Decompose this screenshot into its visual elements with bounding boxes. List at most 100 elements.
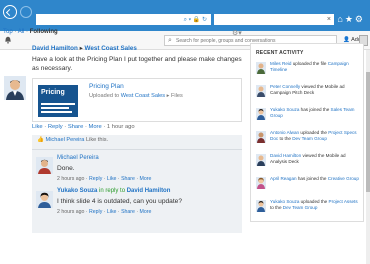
comments-divider (32, 149, 242, 150)
action-separator: · (103, 124, 106, 130)
post-body: Have a look at the Pricing Plan I put to… (32, 56, 242, 72)
scrollbar[interactable] (366, 50, 370, 264)
activity-text: Peter Connelly viewed the Mobile ad Camp… (270, 84, 360, 96)
comment-avatar[interactable] (36, 157, 53, 174)
recent-activity-panel: RECENT ACTIVITY Miles Reid uploaded the … (250, 43, 364, 222)
filter-separator: · (14, 29, 17, 35)
notifications-bell-icon[interactable] (4, 36, 12, 44)
activity-text: Antonio Alwan uploaded the Project Specs… (270, 130, 360, 142)
reply-link[interactable]: Reply (48, 124, 63, 130)
post-actions: Like · Reply · Share · More · 1 hour ago (32, 124, 135, 130)
activity-user-link[interactable]: Antonio Alwan (270, 130, 299, 135)
browser-toolbar-icons[interactable]: ⌂★⚙ (337, 14, 365, 25)
back-icon[interactable] (3, 5, 17, 19)
activity-action: uploaded the (300, 130, 327, 135)
comment-share-link[interactable]: Share (121, 176, 135, 182)
address-bar[interactable]: ⌕ ▾ 🔒 ↻ (36, 14, 211, 25)
likes-suffix: Like this. (85, 137, 109, 143)
activity-item: Miles Reid uploaded the file Campaign Ti… (256, 61, 362, 83)
activity-avatar[interactable] (256, 177, 266, 189)
activity-user-link[interactable]: Yukako Souza (270, 199, 299, 204)
activity-text: Miles Reid uploaded the file Campaign Ti… (270, 61, 360, 73)
comment-like-link[interactable]: Like (107, 176, 117, 182)
feed-settings-gear-icon[interactable]: ⚙▾ (232, 29, 242, 37)
comment-more-link[interactable]: More (140, 209, 152, 215)
activity-target-link[interactable]: Project Assets (329, 199, 358, 204)
browser-chrome: ⌕ ▾ 🔒 ↻ × ⌂★⚙ (0, 0, 370, 31)
comment-meta: 2 hours ago · Reply · Like · Share · Mor… (57, 209, 152, 215)
scrollbar-thumb[interactable] (366, 72, 370, 192)
comment-meta: 2 hours ago · Reply · Like · Share · Mor… (57, 176, 152, 182)
attachment-thumbnail[interactable]: Pricing (38, 85, 78, 117)
attachment-title-link[interactable]: Pricing Plan (89, 83, 124, 90)
activity-text: Yukako Souza uploaded the Project Assets… (270, 199, 360, 211)
comment-like-link[interactable]: Like (107, 209, 117, 215)
activity-avatar[interactable] (256, 131, 266, 143)
search-icon: ⌕ (168, 37, 172, 44)
activity-action: has joined the (300, 107, 330, 112)
comment-header: Yukako Souza in reply to David Hamilton (57, 188, 170, 194)
thumbnail-line (41, 107, 69, 109)
attachment-group-link[interactable]: West Coast Sales (121, 93, 165, 99)
forward-icon[interactable] (20, 6, 32, 18)
activity-item: Antonio Alwan uploaded the Project Specs… (256, 130, 362, 152)
activity-item: Peter Connelly viewed the Mobile ad Camp… (256, 84, 362, 106)
comment-avatar[interactable] (36, 191, 53, 208)
thumbs-up-icon: 👍 (37, 137, 44, 143)
comment-share-link[interactable]: Share (121, 209, 135, 215)
activity-item: April Reagan has joined the Creative Gro… (256, 176, 362, 198)
post-timestamp: 1 hour ago (106, 124, 135, 130)
activity-target-link[interactable]: Dev Team Group (292, 136, 327, 141)
attachment-subtitle-prefix: Uploaded to (89, 93, 120, 99)
activity-user-link[interactable]: Miles Reid (270, 61, 291, 66)
more-link[interactable]: More (89, 124, 102, 130)
in-reply-to-label: in reply to (99, 188, 126, 194)
activity-avatar[interactable] (256, 154, 266, 166)
recent-activity-title: RECENT ACTIVITY (256, 50, 304, 56)
activity-user-link[interactable]: Yukako Souza (270, 107, 299, 112)
post-author-link[interactable]: David Hamilton (32, 45, 78, 52)
arrow-right-icon: ▸ (79, 45, 83, 52)
action-separator: · (44, 124, 47, 130)
address-bar-icons: ⌕ ▾ 🔒 ↻ (183, 17, 207, 23)
comment-more-link[interactable]: More (140, 176, 152, 182)
post-header: David Hamilton ▸ West Coast Sales (32, 45, 137, 52)
comment-timestamp: 2 hours ago (57, 176, 85, 182)
activity-avatar[interactable] (256, 200, 266, 212)
filter-following[interactable]: Following (30, 29, 58, 35)
comment-reply-link[interactable]: Reply (89, 176, 102, 182)
activity-avatar[interactable] (256, 85, 266, 97)
activity-avatar[interactable] (256, 62, 266, 74)
filter-separator: · (26, 29, 29, 35)
activity-avatar[interactable] (256, 108, 266, 120)
post-group-link[interactable]: West Coast Sales (85, 45, 137, 52)
activity-item: David Hamilton viewed the Mobile ad Anal… (256, 153, 362, 175)
likes-summary: 👍 Michael Pereira Like this. (37, 137, 108, 143)
comment-author-link[interactable]: Yukako Souza (57, 188, 97, 194)
comment-author-link[interactable]: Michael Pereira (57, 155, 99, 161)
comment-text: Done. (57, 165, 75, 172)
thumbnail-line (41, 103, 75, 105)
reply-target-link[interactable]: David Hamilton (127, 188, 171, 194)
activity-user-link[interactable]: David Hamilton (270, 153, 301, 158)
activity-target-link[interactable]: Dev Team Group (283, 205, 318, 210)
attachment-card[interactable]: Pricing Pricing Plan Uploaded to West Co… (32, 78, 242, 122)
action-separator: · (64, 124, 67, 130)
activity-action: to the (279, 136, 291, 141)
comment-reply-link[interactable]: Reply (89, 209, 102, 215)
activity-target-link[interactable]: Creative Group (328, 176, 359, 181)
activity-user-link[interactable]: April Reagan (270, 176, 297, 181)
close-tab-icon[interactable]: × (327, 15, 331, 24)
share-link[interactable]: Share (68, 124, 83, 130)
filter-all[interactable]: All (18, 29, 25, 35)
post-author-avatar[interactable] (4, 76, 26, 100)
activity-text: David Hamilton viewed the Mobile ad Anal… (270, 153, 360, 165)
liker-link[interactable]: Michael Pereira (46, 137, 85, 143)
filter-top[interactable]: Top (3, 29, 13, 35)
browser-tab[interactable]: × (214, 14, 334, 25)
attachment-files-link[interactable]: ▸ Files (167, 93, 183, 99)
activity-text: April Reagan has joined the Creative Gro… (270, 176, 360, 182)
activity-item: Yukako Souza has joined the Sales Team G… (256, 107, 362, 129)
like-link[interactable]: Like (32, 124, 43, 130)
activity-user-link[interactable]: Peter Connelly (270, 84, 300, 89)
